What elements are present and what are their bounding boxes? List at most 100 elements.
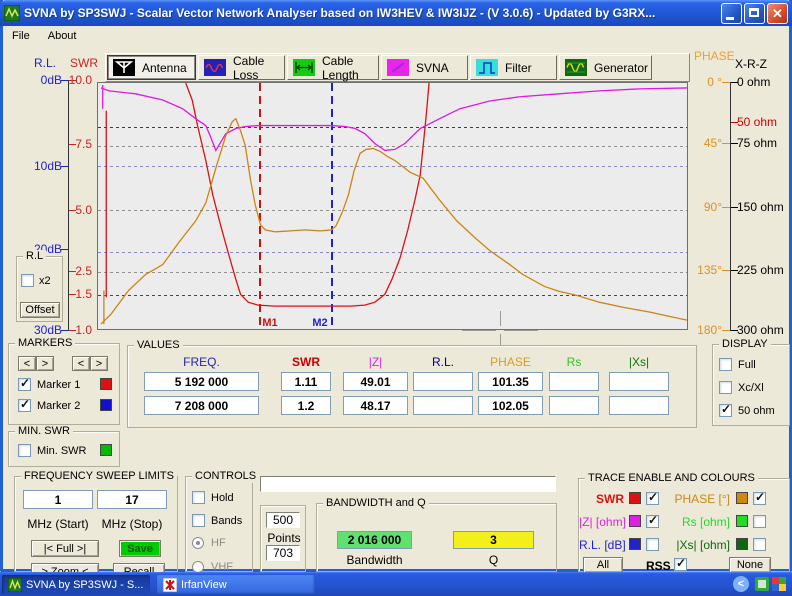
taskbar-task-irfanview-label: IrfanView	[181, 579, 227, 591]
sweep-title: FREQUENCY SWEEP LIMITS	[21, 470, 177, 483]
taskbar-task-irfanview[interactable]: IrfanView	[157, 575, 315, 594]
trace-z-checkbox[interactable]	[646, 515, 659, 528]
rl-offset-group: R.L x2 Offset	[16, 256, 63, 322]
min-swr-checkbox[interactable]	[18, 444, 31, 457]
bandwidth-label: Bandwidth	[337, 553, 412, 567]
min-swr-color-swatch[interactable]	[100, 444, 112, 456]
sweep-stop-label: MHz (Stop)	[97, 517, 167, 531]
trace-z-label: |Z| [ohm]	[579, 515, 624, 529]
trace-rs-swatch[interactable]	[736, 515, 748, 527]
hf-radio[interactable]	[192, 537, 204, 549]
marker2-prev-button[interactable]: <	[72, 356, 90, 371]
toolbar-button-filter[interactable]: Filter	[470, 55, 557, 80]
value-rs-1	[549, 372, 599, 391]
display-xcxl-checkbox[interactable]	[719, 381, 732, 394]
trace-xs-checkbox[interactable]	[753, 538, 766, 551]
toolbar-button-svna[interactable]: SVNA	[381, 55, 468, 80]
value-z-2: 48.17	[343, 396, 408, 415]
maximize-icon	[749, 8, 759, 17]
svna-icon	[387, 59, 409, 76]
swr-tick-mark	[69, 294, 76, 295]
menu-file[interactable]: File	[3, 28, 39, 44]
phase-tick-label: 135°	[686, 263, 722, 277]
maximize-button[interactable]	[744, 3, 765, 24]
toolbar-button-cable-loss[interactable]: Cable Loss	[198, 55, 285, 80]
bands-label: Bands	[211, 515, 242, 527]
trace-rs-checkbox[interactable]	[753, 515, 766, 528]
sweep-stop-field[interactable]: 17	[97, 490, 167, 509]
trace-xs-swatch[interactable]	[736, 538, 748, 550]
trace-xs-label: |Xs| [ohm]	[674, 538, 730, 552]
all-traces-button[interactable]: All	[583, 557, 623, 573]
offset-button[interactable]: Offset	[20, 302, 60, 318]
marker2-label: Marker 2	[37, 400, 80, 412]
toolbar-button-generator[interactable]: Generator	[559, 55, 652, 80]
trace-phase-swatch[interactable]	[736, 492, 748, 504]
display-full-label: Full	[738, 359, 756, 371]
value-rl-1	[413, 372, 473, 391]
tray-collapse-chevron[interactable]: <	[733, 576, 749, 592]
phase-tick-mark	[722, 270, 730, 271]
taskbar: SVNA by SP3SWJ - S... IrfanView <	[0, 572, 792, 596]
trace-rl-swatch[interactable]	[629, 538, 641, 550]
markers-title: MARKERS	[15, 337, 75, 350]
marker1-color-swatch[interactable]	[100, 378, 112, 390]
trace-rl-checkbox[interactable]	[646, 538, 659, 551]
controls-group: CONTROLS Hold Bands HF VHF	[185, 476, 253, 572]
hf-label: HF	[211, 537, 226, 549]
minimize-icon	[726, 17, 734, 20]
trace-z-swatch[interactable]	[629, 515, 641, 527]
marker1-checkbox[interactable]	[18, 378, 31, 391]
rss-label: RSS	[646, 559, 671, 573]
display-50ohm-checkbox[interactable]	[719, 404, 732, 417]
sweep-group: FREQUENCY SWEEP LIMITS 1 17 MHz (Start) …	[14, 476, 178, 572]
trace-phase-label: PHASE [°]	[674, 492, 730, 506]
menu-about[interactable]: About	[39, 28, 86, 44]
trace-swr-swatch[interactable]	[629, 492, 641, 504]
toolbar-button-cable-length-label: Cable Length	[322, 54, 373, 82]
irfanview-task-icon	[163, 578, 177, 592]
sweep-start-label: MHz (Start)	[23, 517, 93, 531]
bands-checkbox[interactable]	[192, 514, 205, 527]
ohm-tick-label: 75 ohm	[737, 136, 792, 150]
rl-axis-header: R.L.	[34, 56, 56, 70]
marker2-next-button[interactable]: >	[90, 356, 108, 371]
marker1-prev-button[interactable]: <	[18, 356, 36, 371]
marker1-next-button[interactable]: >	[36, 356, 54, 371]
ohm-tick-mark	[731, 143, 738, 144]
display-full-checkbox[interactable]	[719, 358, 732, 371]
antenna-icon	[113, 59, 135, 76]
hold-checkbox[interactable]	[192, 491, 205, 504]
values-group: VALUES FREQ. SWR |Z| R.L. PHASE Rs |Xs| …	[127, 345, 697, 428]
chart-plot[interactable]: M1 M2	[97, 82, 688, 330]
minimize-button[interactable]	[721, 3, 742, 24]
swr-axis-header: SWR	[70, 56, 98, 70]
min-swr-title: MIN. SWR	[15, 425, 73, 438]
close-button[interactable]: ✕	[767, 3, 788, 24]
trace-phase-checkbox[interactable]	[753, 492, 766, 505]
save-button[interactable]: Save	[119, 540, 161, 557]
rl-tick-label: 10dB	[16, 159, 62, 173]
toolbar-button-antenna[interactable]: Antenna	[107, 55, 196, 80]
trace-swr-checkbox[interactable]	[646, 492, 659, 505]
rl-tick-mark	[61, 80, 68, 81]
ohm-tick-mark	[731, 330, 738, 331]
none-traces-button[interactable]: None	[729, 557, 771, 573]
toolbar-button-filter-label: Filter	[505, 61, 532, 75]
points-panel: 500 Points 703	[260, 505, 306, 572]
message-field[interactable]	[260, 476, 556, 492]
sweep-start-field[interactable]: 1	[23, 490, 93, 509]
trace-rs-label: Rs [ohm]	[674, 515, 730, 529]
x2-checkbox[interactable]	[21, 274, 34, 287]
ohm-tick-mark	[731, 207, 738, 208]
toolbar-button-cable-length[interactable]: Cable Length	[287, 55, 379, 80]
tray-icon[interactable]	[755, 577, 769, 591]
marker2-checkbox[interactable]	[18, 399, 31, 412]
points-value-field: 500	[266, 512, 300, 528]
rss-checkbox[interactable]	[674, 558, 687, 571]
marker2-color-swatch[interactable]	[100, 399, 112, 411]
taskbar-task-svna[interactable]: SVNA by SP3SWJ - S...	[2, 575, 150, 594]
q-value-field: 3	[453, 531, 534, 549]
full-span-button[interactable]: |< Full >|	[31, 540, 99, 557]
tray-icon[interactable]	[772, 577, 786, 591]
